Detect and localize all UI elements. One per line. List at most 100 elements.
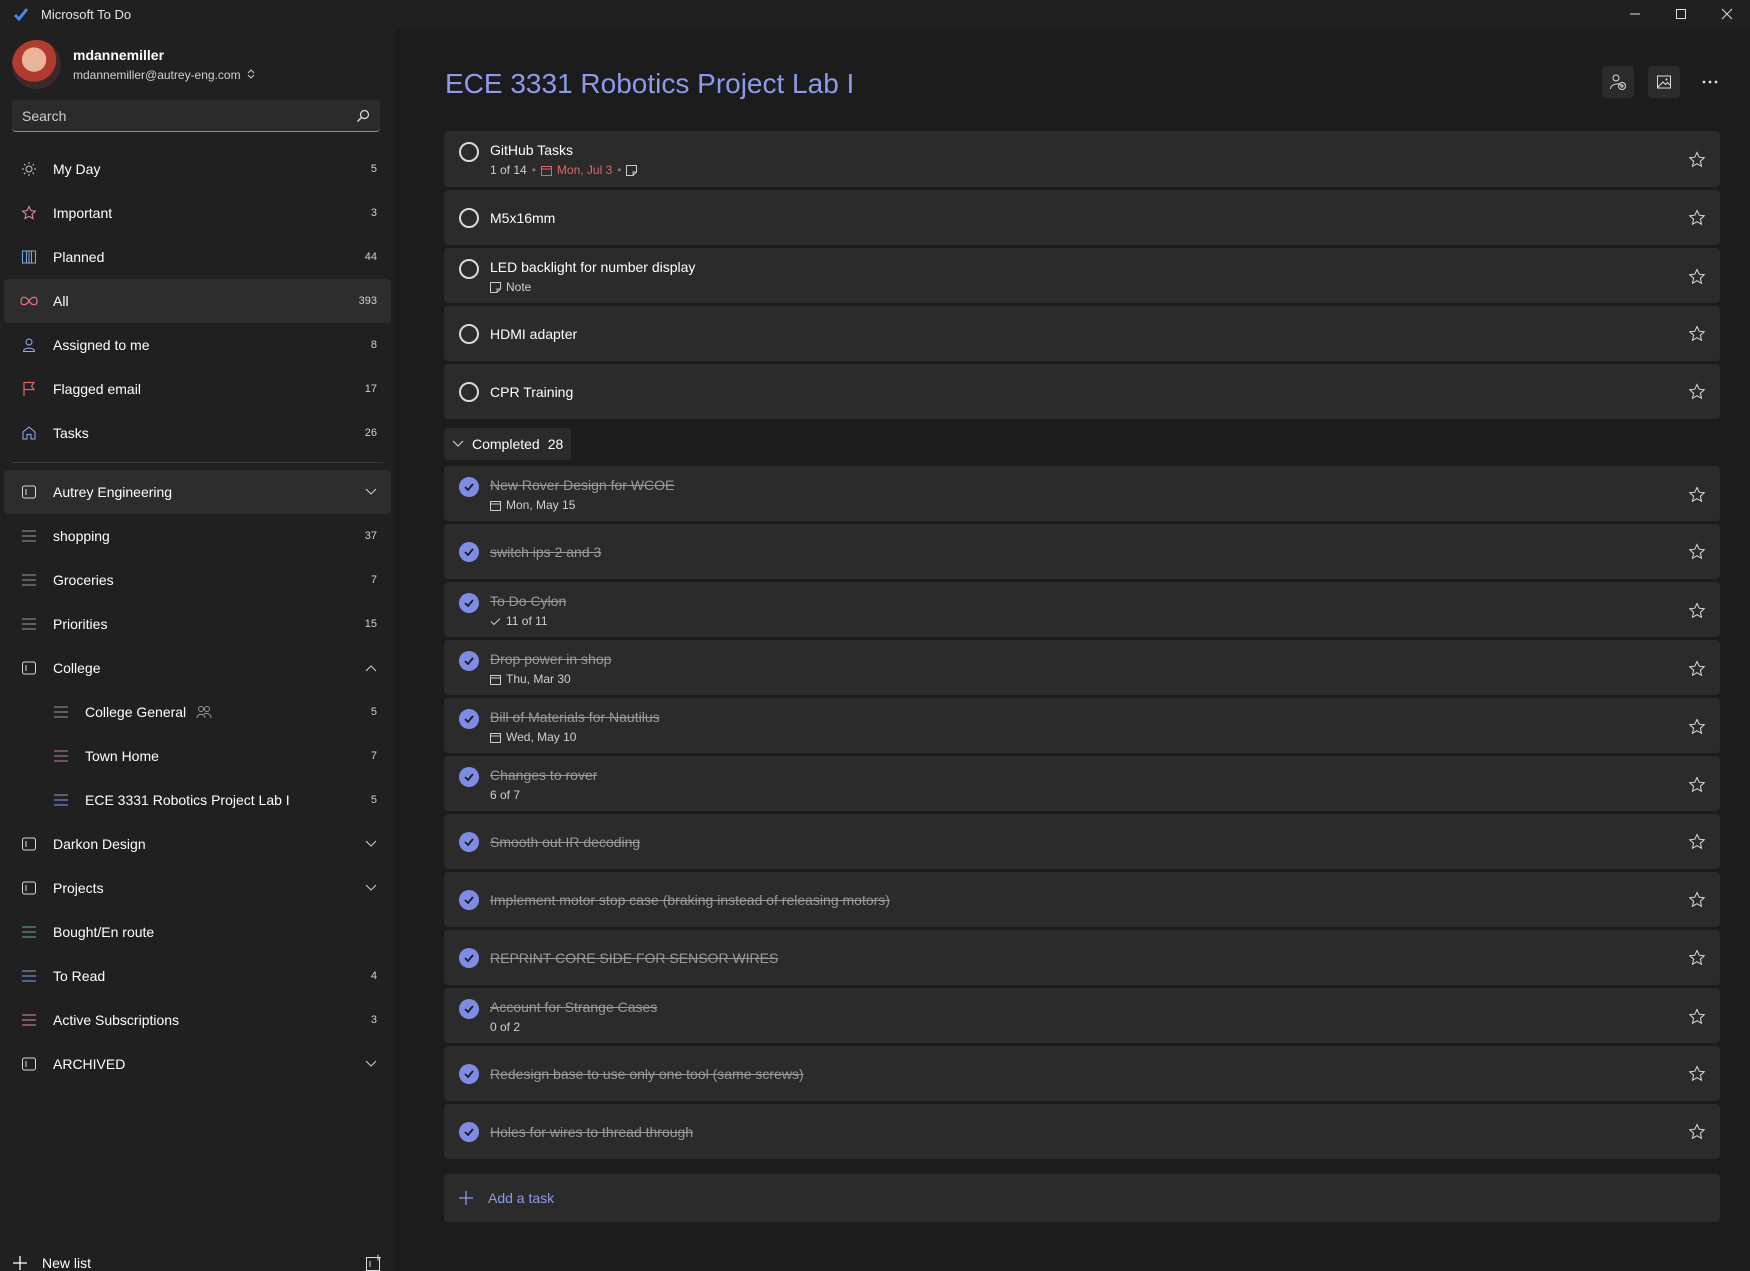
- completed-task-item[interactable]: Changes to rover 6 of 7: [444, 756, 1720, 811]
- sidebar-item-tasks[interactable]: Tasks 26: [4, 411, 391, 455]
- share-list-button[interactable]: [1602, 66, 1634, 98]
- star-icon[interactable]: [1688, 151, 1706, 169]
- completed-task-item[interactable]: Bill of Materials for Nautilus Wed, May …: [444, 698, 1720, 753]
- sidebar-item-label: College: [53, 660, 101, 676]
- completed-task-item[interactable]: Smooth out IR decoding: [444, 814, 1720, 869]
- chevron-down-icon[interactable]: [365, 881, 377, 895]
- star-icon[interactable]: [1688, 660, 1706, 678]
- completed-task-item[interactable]: Drop power in shop Thu, Mar 30: [444, 640, 1720, 695]
- star-icon[interactable]: [1688, 602, 1706, 620]
- completed-checkbox[interactable]: [459, 541, 479, 562]
- star-icon[interactable]: [1688, 324, 1706, 343]
- sidebar-item-flagged-email[interactable]: Flagged email 17: [4, 367, 391, 411]
- completed-task-item[interactable]: Holes for wires to thread through: [444, 1104, 1720, 1159]
- sidebar-item-priorities[interactable]: Priorities 15: [4, 602, 391, 646]
- completed-checkbox[interactable]: [459, 651, 479, 671]
- chevron-up-icon[interactable]: [365, 661, 377, 675]
- page-title[interactable]: ECE 3331 Robotics Project Lab I: [445, 68, 854, 100]
- sidebar-item-to-read[interactable]: To Read 4: [4, 954, 391, 998]
- complete-checkbox[interactable]: [459, 207, 479, 228]
- sidebar-item-my-day[interactable]: My Day 5: [4, 147, 391, 191]
- account-email: mdannemiller@autrey-eng.com: [73, 68, 255, 82]
- sidebar-item-all[interactable]: All 393: [4, 279, 391, 323]
- account-switcher[interactable]: mdannemiller mdannemiller@autrey-eng.com: [12, 40, 255, 89]
- star-icon[interactable]: [1688, 776, 1706, 794]
- avatar[interactable]: [12, 40, 61, 89]
- star-icon[interactable]: [1688, 208, 1706, 227]
- new-group-button[interactable]: [365, 1254, 383, 1271]
- completed-checkbox[interactable]: [459, 1121, 479, 1142]
- sidebar-group-autrey-engineering[interactable]: Autrey Engineering: [4, 470, 391, 514]
- add-task-input[interactable]: Add a task: [444, 1174, 1720, 1222]
- task-item[interactable]: CPR Training: [444, 364, 1720, 419]
- sidebar-item-shopping[interactable]: shopping 37: [4, 514, 391, 558]
- sidebar-item-bought-en-route[interactable]: Bought/En route: [4, 910, 391, 954]
- complete-checkbox[interactable]: [459, 142, 479, 162]
- star-icon[interactable]: [1688, 1008, 1706, 1026]
- task-meta: 0 of 2: [490, 1020, 657, 1034]
- complete-checkbox[interactable]: [459, 381, 479, 402]
- star-icon[interactable]: [1688, 718, 1706, 736]
- task-item[interactable]: LED backlight for number display Note: [444, 248, 1720, 303]
- close-button[interactable]: [1704, 0, 1750, 28]
- star-icon[interactable]: [1688, 486, 1706, 504]
- star-icon[interactable]: [1688, 268, 1706, 286]
- complete-checkbox[interactable]: [459, 259, 479, 279]
- maximize-button[interactable]: [1658, 0, 1704, 28]
- sidebar-group-darkon-design[interactable]: Darkon Design: [4, 822, 391, 866]
- sidebar-group-projects[interactable]: Projects: [4, 866, 391, 910]
- minimize-button[interactable]: [1612, 0, 1658, 28]
- sidebar-item-planned[interactable]: Planned 44: [4, 235, 391, 279]
- new-list-button[interactable]: New list: [0, 1241, 395, 1271]
- completed-checkbox[interactable]: [459, 593, 479, 613]
- completed-checkbox[interactable]: [459, 709, 479, 729]
- completed-checkbox[interactable]: [459, 831, 479, 852]
- chevron-down-icon[interactable]: [365, 837, 377, 851]
- completed-task-item[interactable]: Implement motor stop case (braking inste…: [444, 872, 1720, 927]
- completed-checkbox[interactable]: [459, 947, 479, 968]
- chevron-down-icon: [452, 440, 464, 447]
- complete-checkbox[interactable]: [459, 323, 479, 344]
- task-meta: 1 of 14 • Mon, Jul 3 •: [490, 163, 638, 177]
- completed-checkbox[interactable]: [459, 889, 479, 910]
- search-input[interactable]: [22, 107, 356, 124]
- search-box[interactable]: [12, 100, 380, 132]
- search-icon[interactable]: [356, 109, 370, 123]
- sidebar-group-archived[interactable]: ARCHIVED: [4, 1042, 391, 1086]
- task-item[interactable]: HDMI adapter: [444, 306, 1720, 361]
- task-title: GitHub Tasks: [490, 142, 573, 158]
- completed-checkbox[interactable]: [459, 767, 479, 787]
- completed-task-item[interactable]: REPRINT CORE SIDE FOR SENSOR WIRES: [444, 930, 1720, 985]
- completed-task-item[interactable]: switch ips 2 and 3: [444, 524, 1720, 579]
- chevron-down-icon[interactable]: [365, 1057, 377, 1071]
- chevron-down-icon[interactable]: [365, 485, 377, 499]
- completed-checkbox[interactable]: [459, 1063, 479, 1084]
- star-icon[interactable]: [1688, 542, 1706, 561]
- star-icon[interactable]: [1688, 948, 1706, 967]
- sidebar-item-college-general[interactable]: College General 5: [4, 690, 391, 734]
- star-icon[interactable]: [1688, 1122, 1706, 1141]
- task-item[interactable]: M5x16mm: [444, 190, 1720, 245]
- more-dots-icon: [1702, 80, 1718, 84]
- completed-checkbox[interactable]: [459, 477, 479, 497]
- completed-task-item[interactable]: New Rover Design for WCOE Mon, May 15: [444, 466, 1720, 521]
- completed-task-item[interactable]: Account for Strange Cases 0 of 2: [444, 988, 1720, 1043]
- more-options-button[interactable]: [1694, 66, 1726, 98]
- sidebar-group-college[interactable]: College: [4, 646, 391, 690]
- completed-task-item[interactable]: To Do Cylon 11 of 11: [444, 582, 1720, 637]
- sidebar-item-groceries[interactable]: Groceries 7: [4, 558, 391, 602]
- completed-task-item[interactable]: Redesign base to use only one tool (same…: [444, 1046, 1720, 1101]
- star-icon[interactable]: [1688, 890, 1706, 909]
- sidebar-item-important[interactable]: Important 3: [4, 191, 391, 235]
- star-icon[interactable]: [1688, 832, 1706, 851]
- completed-toggle[interactable]: Completed 28: [444, 428, 572, 460]
- sidebar-item-active-subscriptions[interactable]: Active Subscriptions 3: [4, 998, 391, 1042]
- task-item[interactable]: GitHub Tasks 1 of 14 • Mon, Jul 3 •: [444, 131, 1720, 187]
- sidebar-item-assigned[interactable]: Assigned to me 8: [4, 323, 391, 367]
- star-icon[interactable]: [1688, 1064, 1706, 1083]
- theme-button[interactable]: [1648, 66, 1680, 98]
- sidebar-item-town-home[interactable]: Town Home 7: [4, 734, 391, 778]
- sidebar-item-ece-3331[interactable]: ECE 3331 Robotics Project Lab I 5: [4, 778, 391, 822]
- completed-checkbox[interactable]: [459, 999, 479, 1019]
- star-icon[interactable]: [1688, 382, 1706, 401]
